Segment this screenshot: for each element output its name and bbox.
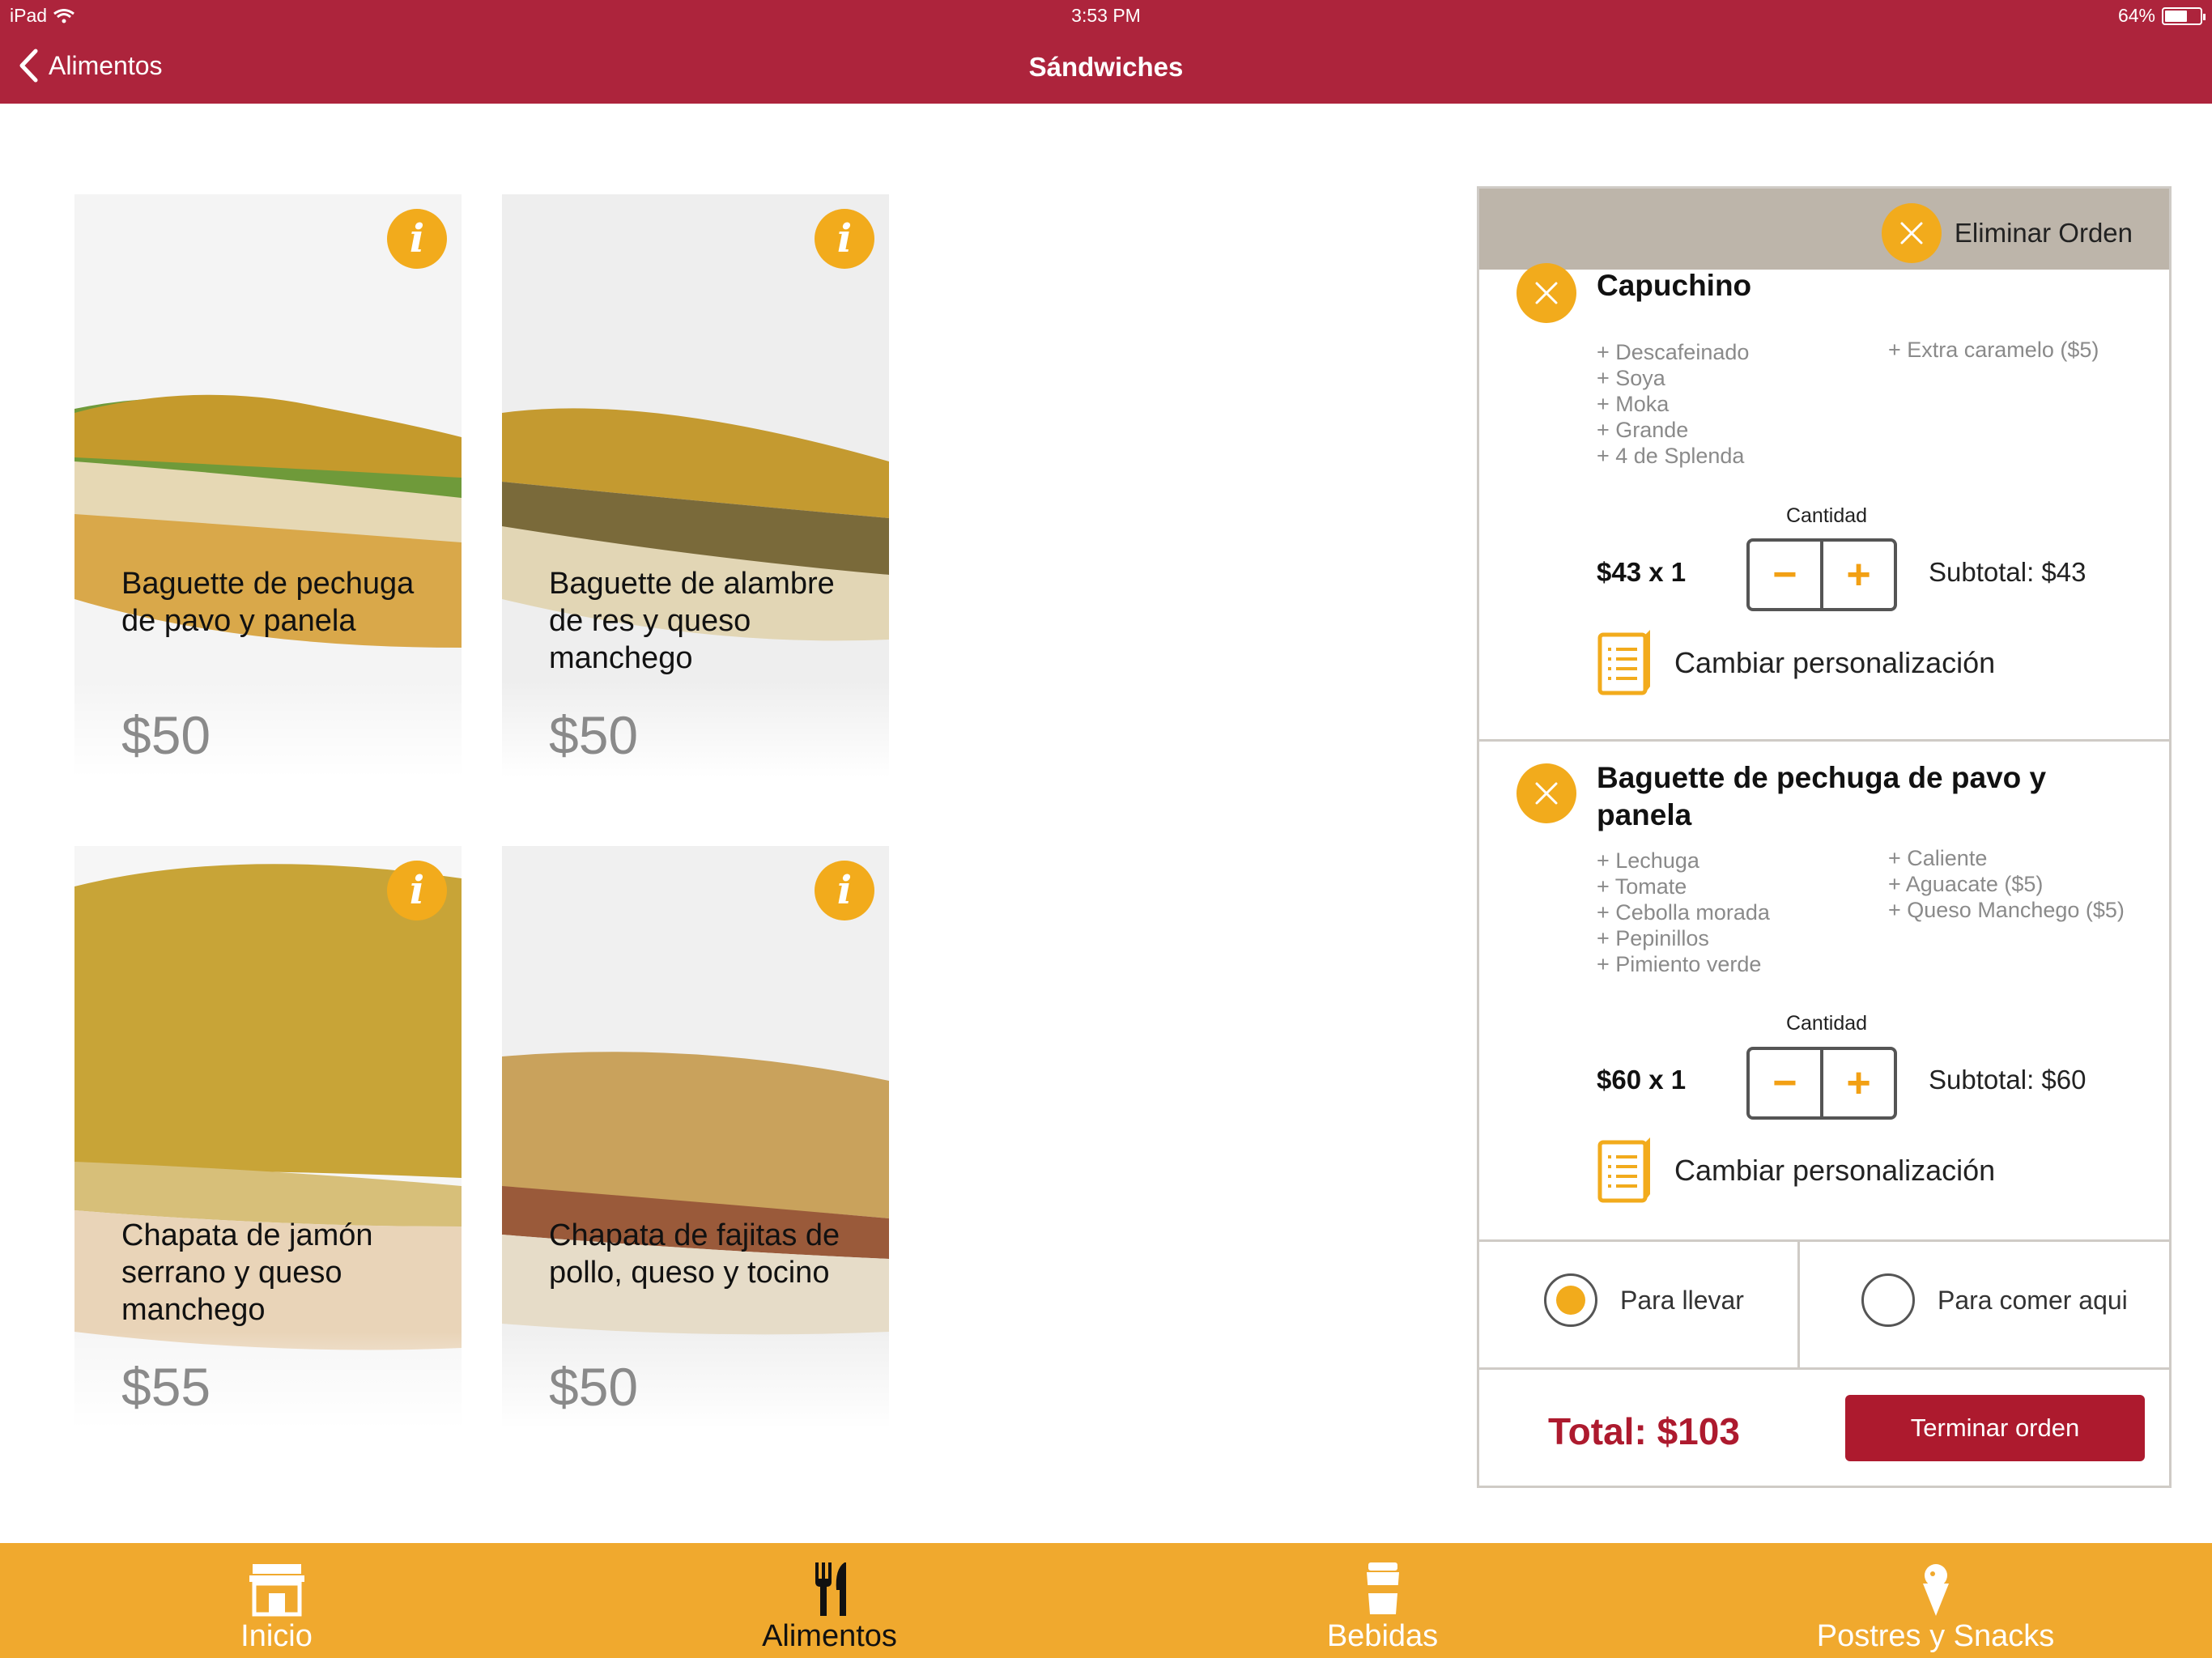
fork-knife-icon bbox=[815, 1562, 846, 1616]
product-price: $50 bbox=[549, 1357, 639, 1417]
product-card[interactable]: i Chapata de jamón serrano y queso manch… bbox=[74, 846, 462, 1429]
quantity-label: Cantidad bbox=[1785, 1012, 1868, 1035]
radio-button[interactable] bbox=[1544, 1273, 1597, 1327]
unit-price: $43 x 1 bbox=[1597, 557, 1687, 587]
product-price: $50 bbox=[121, 705, 211, 765]
ice-cream-icon bbox=[1922, 1564, 1949, 1616]
product-price: $55 bbox=[121, 1357, 211, 1417]
page-title: Sándwiches bbox=[1028, 52, 1184, 82]
modifier: + Queso Manchego ($5) bbox=[1888, 898, 2125, 922]
close-icon bbox=[1881, 203, 1942, 263]
product-name: Baguette de alambre de res y queso manch… bbox=[549, 567, 835, 675]
divider bbox=[1479, 739, 2169, 742]
modifiers-right: + Extra caramelo ($5) bbox=[1888, 337, 2099, 363]
tab-label: Bebidas bbox=[1326, 1619, 1439, 1653]
modifier: + Moka bbox=[1597, 392, 1670, 416]
battery-percent: 64% bbox=[2117, 5, 2155, 26]
notepad-icon bbox=[1597, 1137, 1650, 1203]
modifier: + Aguacate ($5) bbox=[1888, 872, 2044, 896]
info-icon: i bbox=[409, 216, 425, 261]
info-icon: i bbox=[409, 868, 425, 913]
radio-selected-dot bbox=[1556, 1286, 1585, 1315]
tab-label: Inicio bbox=[240, 1619, 313, 1653]
quantity-stepper: − + bbox=[1746, 1047, 1897, 1120]
order-total: Total: $103 bbox=[1548, 1410, 1740, 1452]
info-button[interactable]: i bbox=[387, 209, 447, 269]
option-dine-in[interactable]: Para comer aqui bbox=[1861, 1273, 2128, 1327]
product-card[interactable]: i Chapata de fajitas de pollo, queso y t… bbox=[502, 846, 889, 1429]
status-time: 3:53 PM bbox=[1071, 5, 1141, 26]
close-icon bbox=[1535, 782, 1558, 805]
decrease-button[interactable]: − bbox=[1750, 542, 1823, 608]
navigation-bar: iPad 3:53 PM 64% Alimentos Sándwiches bbox=[0, 0, 2212, 104]
info-button[interactable]: i bbox=[815, 209, 874, 269]
option-to-go[interactable]: Para llevar bbox=[1544, 1273, 1744, 1327]
tab-label: Alimentos bbox=[762, 1619, 897, 1653]
order-type-selector: Para llevar Para comer aqui bbox=[1479, 1239, 2169, 1367]
option-label: Para llevar bbox=[1620, 1285, 1744, 1315]
product-card[interactable]: i Baguette de pechuga de pavo y panela $… bbox=[74, 194, 462, 777]
tab-inicio[interactable]: Inicio bbox=[0, 1543, 553, 1658]
notepad-icon bbox=[1597, 630, 1650, 695]
divider bbox=[1479, 1367, 2169, 1370]
option-label: Para comer aqui bbox=[1938, 1285, 2128, 1315]
quantity-stepper: − + bbox=[1746, 538, 1897, 611]
product-name: Chapata de jamón serrano y queso mancheg… bbox=[121, 1218, 373, 1327]
product-name: Baguette de pechuga de pavo y panela bbox=[121, 567, 415, 638]
order-item-title: Capuchino bbox=[1597, 269, 1752, 302]
quantity-label: Cantidad bbox=[1785, 504, 1868, 527]
tab-alimentos[interactable]: Alimentos bbox=[553, 1543, 1106, 1658]
tab-label: Postres y Snacks bbox=[1816, 1619, 2055, 1653]
modifier: + Caliente bbox=[1888, 846, 1988, 870]
customize-label: Cambiar personalización bbox=[1674, 646, 1996, 679]
modifier: + Soya bbox=[1597, 366, 1665, 390]
order-panel: Eliminar Orden Capuchino + Descafeinado … bbox=[1477, 186, 2172, 1488]
info-button[interactable]: i bbox=[815, 861, 874, 920]
remove-item-button[interactable] bbox=[1516, 263, 1576, 323]
increase-button[interactable]: + bbox=[1823, 1050, 1894, 1116]
modifier: + Extra caramelo ($5) bbox=[1888, 338, 2099, 362]
unit-price: $60 x 1 bbox=[1597, 1065, 1687, 1095]
remove-item-button[interactable] bbox=[1516, 763, 1576, 823]
modifier: + Lechuga bbox=[1597, 848, 1699, 873]
product-price: $50 bbox=[549, 705, 639, 765]
subtotal: Subtotal: $43 bbox=[1929, 557, 2087, 587]
info-icon: i bbox=[836, 216, 853, 261]
tab-bebidas[interactable]: Bebidas bbox=[1106, 1543, 1659, 1658]
modifier: + Pepinillos bbox=[1597, 926, 1709, 950]
info-button[interactable]: i bbox=[387, 861, 447, 920]
product-card[interactable]: i Baguette de alambre de res y queso man… bbox=[502, 194, 889, 777]
change-customization-button[interactable]: Cambiar personalización bbox=[1597, 1137, 1995, 1204]
close-icon bbox=[1535, 282, 1558, 304]
divider bbox=[1797, 1239, 1800, 1367]
battery-icon bbox=[2162, 6, 2206, 25]
tab-postres-snacks[interactable]: Postres y Snacks bbox=[1659, 1543, 2212, 1658]
customize-label: Cambiar personalización bbox=[1674, 1154, 1996, 1187]
modifier: + Descafeinado bbox=[1597, 340, 1750, 364]
modifier: + Pimiento verde bbox=[1597, 952, 1762, 976]
product-name: Chapata de fajitas de pollo, queso y toc… bbox=[549, 1218, 840, 1290]
finish-order-button[interactable]: Terminar orden bbox=[1845, 1395, 2145, 1461]
clear-order-label: Eliminar Orden bbox=[1954, 218, 2133, 248]
info-icon: i bbox=[836, 868, 853, 913]
order-item-title: Baguette de pechuga de pavo y panela bbox=[1597, 761, 2047, 831]
store-icon bbox=[249, 1564, 304, 1617]
clear-order-button[interactable]: Eliminar Orden bbox=[1881, 203, 2133, 263]
status-right: 64% bbox=[2117, 5, 2206, 27]
modifier: + Grande bbox=[1597, 418, 1689, 442]
increase-button[interactable]: + bbox=[1823, 542, 1894, 608]
order-panel-header: Eliminar Orden bbox=[1479, 189, 2169, 270]
modifiers-left: + Lechuga + Tomate + Cebolla morada + Pe… bbox=[1597, 848, 1770, 977]
decrease-button[interactable]: − bbox=[1750, 1050, 1823, 1116]
cup-icon bbox=[1366, 1562, 1399, 1614]
modifiers-right: + Caliente + Aguacate ($5) + Queso Manch… bbox=[1888, 845, 2125, 923]
change-customization-button[interactable]: Cambiar personalización bbox=[1597, 630, 1995, 696]
modifier: + Cebolla morada bbox=[1597, 900, 1770, 925]
modifier: + 4 de Splenda bbox=[1597, 444, 1745, 468]
modifier: + Tomate bbox=[1597, 874, 1687, 899]
radio-button[interactable] bbox=[1861, 1273, 1915, 1327]
modifiers-left: + Descafeinado + Soya + Moka + Grande + … bbox=[1597, 339, 1749, 469]
subtotal: Subtotal: $60 bbox=[1929, 1065, 2087, 1095]
tab-bar: Inicio Alimentos Bebidas Postres y Snack… bbox=[0, 1543, 2212, 1658]
